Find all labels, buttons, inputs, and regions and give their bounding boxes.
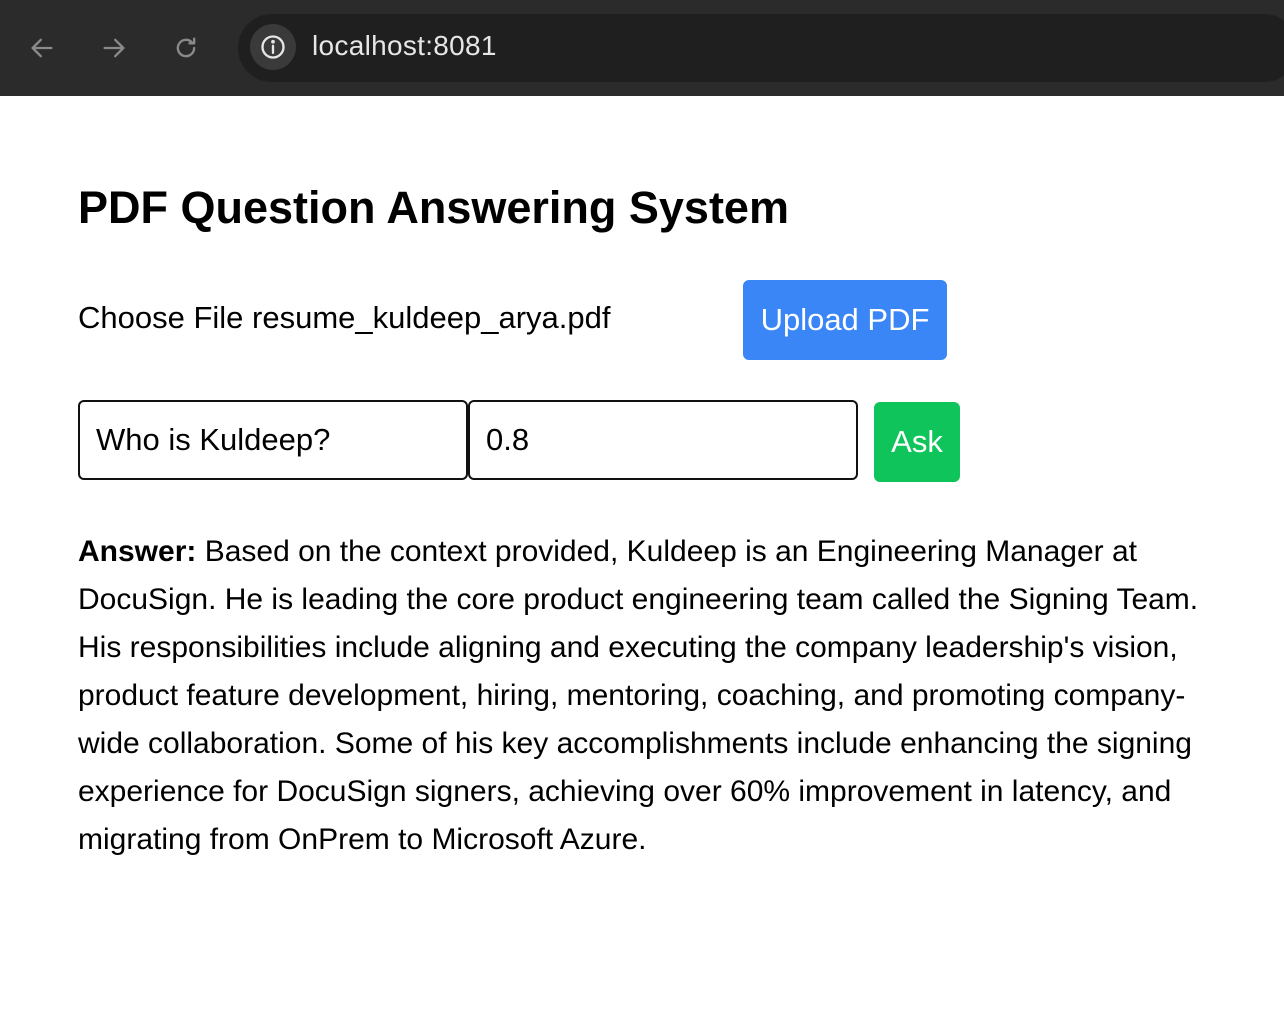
selected-file-name: resume_kuldeep_arya.pdf	[252, 300, 611, 335]
page-title: PDF Question Answering System	[78, 182, 789, 233]
temperature-input[interactable]	[468, 400, 858, 480]
upload-form: Choose File resume_kuldeep_arya.pdf Uplo…	[78, 280, 978, 360]
answer-label: Answer:	[78, 535, 197, 568]
answer-text: Based on the context provided, Kuldeep i…	[78, 535, 1199, 856]
arrow-left-icon[interactable]	[22, 28, 62, 68]
answer-block: Answer: Based on the context provided, K…	[78, 528, 1213, 864]
reload-icon[interactable]	[166, 28, 206, 68]
question-form: Ask	[78, 400, 978, 484]
address-bar-url[interactable]: localhost:8081	[312, 30, 497, 62]
browser-toolbar: localhost:8081	[0, 0, 1284, 96]
choose-file-button[interactable]: Choose File	[78, 300, 243, 335]
arrow-right-icon[interactable]	[94, 28, 134, 68]
ask-button[interactable]: Ask	[874, 402, 960, 482]
question-input[interactable]	[78, 400, 468, 480]
upload-pdf-button[interactable]: Upload PDF	[743, 280, 947, 360]
info-icon[interactable]	[250, 24, 296, 70]
file-input[interactable]: Choose File resume_kuldeep_arya.pdf	[78, 300, 611, 336]
